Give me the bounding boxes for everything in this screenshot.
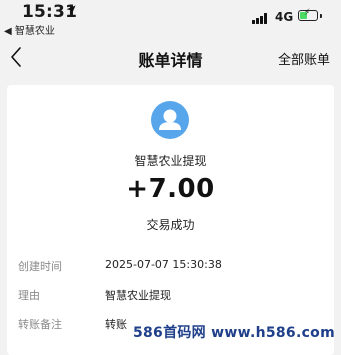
watermark: 586首码网 www.h586.com <box>132 325 335 341</box>
detail-value: 2025-07-07 15:30:38 <box>105 258 222 271</box>
transaction-amount: +7.00 <box>126 174 215 204</box>
merchant-name: 智慧农业提现 <box>134 154 207 168</box>
detail-label: 创建时间 <box>18 260 62 273</box>
detail-label: 理由 <box>18 289 40 302</box>
detail-label: 转账备注 <box>18 318 62 331</box>
detail-row-reason: 理由 智慧农业提现 <box>7 287 334 305</box>
battery-icon: ⚡ <box>298 8 318 21</box>
status-bar: 15:31 ◀ 智慧农业 4G ⚡ <box>0 0 341 38</box>
network-type: 4G <box>275 10 294 24</box>
user-icon <box>159 109 181 130</box>
location-arrow-icon <box>66 5 76 15</box>
bill-detail-card: 智慧农业提现 +7.00 交易成功 创建时间 2025-07-07 15:30:… <box>7 85 334 355</box>
back-to-app-link[interactable]: ◀ 智慧农业 <box>4 22 55 37</box>
battery-tip <box>320 14 322 18</box>
transaction-status: 交易成功 <box>146 218 195 232</box>
avatar <box>151 101 189 139</box>
signal-icon <box>252 13 268 24</box>
detail-row-created-time: 创建时间 2025-07-07 15:30:38 <box>7 258 334 276</box>
all-bills-button[interactable]: 全部账单 <box>278 49 330 68</box>
detail-value: 转账 <box>105 318 127 331</box>
nav-bar: 账单详情 全部账单 <box>0 38 341 78</box>
detail-value: 智慧农业提现 <box>105 289 171 302</box>
